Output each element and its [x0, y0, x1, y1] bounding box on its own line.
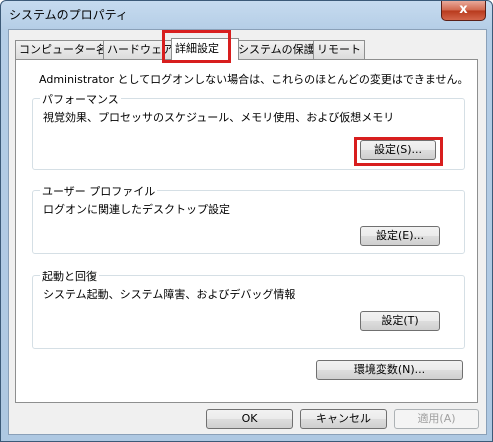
system-properties-window: システムのプロパティ x コンピューター名 ハードウェア 詳細設定 システムの保…: [0, 0, 493, 442]
performance-button-highlight: [354, 137, 443, 166]
ok-button[interactable]: OK: [206, 409, 293, 429]
window-title: システムのプロパティ: [9, 8, 128, 22]
advanced-tab-panel: Administrator としてログオンしない場合は、これらのほとんどの変更は…: [15, 59, 478, 403]
title-bar[interactable]: システムのプロパティ x: [1, 1, 492, 27]
admin-note: Administrator としてログオンしない場合は、これらのほとんどの変更は…: [39, 73, 469, 86]
dialog-client-area: コンピューター名 ハードウェア 詳細設定 システムの保護 リモート Admini…: [8, 29, 487, 435]
startup-recovery-settings-button[interactable]: 設定(T): [360, 311, 440, 331]
tab-advanced-highlight: [162, 30, 231, 63]
close-button[interactable]: x: [441, 1, 486, 21]
user-profile-description: ログオンに関連したデスクトップ設定: [43, 203, 230, 216]
apply-button[interactable]: 適用(A): [394, 409, 479, 429]
user-profile-settings-button[interactable]: 設定(E)...: [360, 226, 440, 246]
environment-variables-button[interactable]: 環境変数(N)...: [316, 360, 463, 380]
tab-computer-name[interactable]: コンピューター名: [15, 40, 107, 59]
user-profile-label: ユーザー プロファイル: [40, 183, 158, 199]
performance-label: パフォーマンス: [40, 91, 121, 107]
performance-description: 視覚効果、プロセッサのスケジュール、メモリ使用、および仮想メモリ: [43, 111, 395, 124]
startup-recovery-description: システム起動、システム障害、およびデバッグ情報: [43, 288, 296, 301]
startup-recovery-label: 起動と回復: [40, 268, 99, 284]
cancel-button[interactable]: キャンセル: [300, 409, 387, 429]
startup-recovery-group: 起動と回復 システム起動、システム障害、およびデバッグ情報 設定(T): [32, 268, 465, 349]
tab-system-protection[interactable]: システムの保護: [234, 40, 318, 59]
tab-remote[interactable]: リモート: [313, 40, 365, 59]
user-profile-group: ユーザー プロファイル ログオンに関連したデスクトップ設定 設定(E)...: [32, 183, 465, 254]
